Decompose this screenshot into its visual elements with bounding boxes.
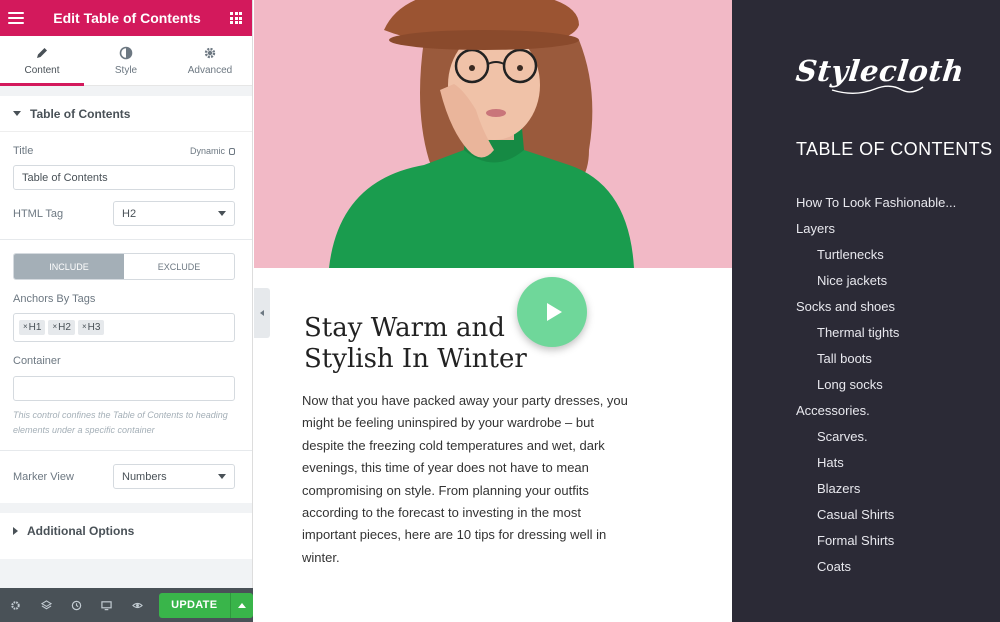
toc-item[interactable]: Coats xyxy=(796,554,956,580)
divider xyxy=(0,239,252,240)
toc-item[interactable]: Accessories. xyxy=(796,398,956,424)
remove-tag-icon[interactable]: × xyxy=(82,322,87,333)
section-spacer xyxy=(0,503,252,513)
section-title: Table of Contents xyxy=(30,106,131,121)
marker-view-select[interactable]: Numbers xyxy=(113,464,235,489)
panel-header: Edit Table of Contents xyxy=(0,0,252,36)
tag-h1[interactable]: × H1 xyxy=(19,320,46,335)
tag-h2[interactable]: × H2 xyxy=(48,320,75,335)
article-body: Now that you have packed away your party… xyxy=(302,393,628,565)
toc-item[interactable]: Thermal tights xyxy=(796,320,956,346)
gear-icon xyxy=(204,47,216,58)
tab-style-label: Style xyxy=(114,64,138,76)
toc-item[interactable]: Layers xyxy=(796,216,956,242)
history-icon[interactable] xyxy=(66,588,87,622)
toc-item[interactable]: Hats xyxy=(796,450,956,476)
section-additional-options[interactable]: Additional Options xyxy=(0,513,252,549)
divider xyxy=(0,450,252,451)
section-table-of-contents[interactable]: Table of Contents xyxy=(0,96,252,132)
toc-item[interactable]: Formal Shirts xyxy=(796,528,956,554)
chevron-down-icon xyxy=(218,211,226,216)
hero-image xyxy=(254,0,732,268)
toc-item[interactable]: Socks and shoes xyxy=(796,294,956,320)
anchors-label: Anchors By Tags xyxy=(13,293,96,305)
panel-footer: UPDATE xyxy=(0,588,253,622)
chevron-down-icon xyxy=(218,474,226,479)
toc-item[interactable]: Nice jackets xyxy=(796,268,956,294)
additional-options-label: Additional Options xyxy=(27,524,135,538)
toc-item[interactable]: How To Look Fashionable... xyxy=(796,190,956,216)
toc-sidebar: Stylecloth TABLE OF CONTENTS How To Look… xyxy=(732,0,1000,622)
caret-right-icon xyxy=(13,527,18,535)
controls: Title Dynamic Table of Contents HTML Tag… xyxy=(0,145,252,489)
toc-item[interactable]: Blazers xyxy=(796,476,956,502)
widgets-grid-icon[interactable] xyxy=(230,12,242,24)
toc-heading: TABLE OF CONTENTS xyxy=(796,139,993,159)
tab-style[interactable]: Style xyxy=(84,36,168,85)
logo-swash-icon xyxy=(831,85,924,94)
layers-icon[interactable] xyxy=(35,588,56,622)
include-button[interactable]: INCLUDE xyxy=(14,254,124,279)
container-label: Container xyxy=(13,355,61,367)
collapse-panel-button[interactable] xyxy=(254,288,270,338)
title-row: Title Dynamic xyxy=(13,145,235,157)
toc-list: How To Look Fashionable... Layers Turtlene… xyxy=(796,190,956,580)
marker-view-label: Marker View xyxy=(13,470,74,483)
container-input[interactable] xyxy=(13,376,235,401)
toc-item[interactable]: Turtlenecks xyxy=(796,242,956,268)
dynamic-label: Dynamic xyxy=(189,146,225,156)
include-exclude-switch: INCLUDE EXCLUDE xyxy=(13,253,235,280)
container-note: This control confines the Table of Conte… xyxy=(13,410,228,435)
half-circle-icon xyxy=(119,46,133,59)
tag-h3[interactable]: × H3 xyxy=(77,320,105,335)
exclude-button[interactable]: EXCLUDE xyxy=(124,254,234,279)
preview-eye-icon[interactable] xyxy=(126,588,147,622)
settings-icon[interactable] xyxy=(5,588,26,622)
title-label: Title xyxy=(13,145,34,157)
panel-empty-area xyxy=(0,559,252,588)
caret-down-icon xyxy=(13,111,21,116)
chevron-left-icon xyxy=(260,310,264,316)
responsive-icon[interactable] xyxy=(96,588,117,622)
toc-item[interactable]: Casual Shirts xyxy=(796,502,956,528)
portrait-illustration xyxy=(254,0,732,268)
update-options-button[interactable] xyxy=(229,592,253,618)
editor-panel: Edit Table of Contents Content Style Adv… xyxy=(0,0,253,622)
database-icon xyxy=(229,147,235,155)
remove-tag-icon[interactable]: × xyxy=(52,322,57,333)
page-preview: Stay Warm and Stylish In Winter Now that… xyxy=(254,0,732,622)
remove-tag-icon[interactable]: × xyxy=(23,322,28,333)
html-tag-row: HTML Tag H2 xyxy=(13,201,235,226)
tab-content[interactable]: Content xyxy=(0,36,84,86)
update-button[interactable]: UPDATE xyxy=(158,592,230,618)
toc-item[interactable]: Long socks xyxy=(796,372,956,398)
section-spacer xyxy=(0,86,252,96)
panel-tabs: Content Style Advanced xyxy=(0,36,252,86)
html-tag-select[interactable]: H2 xyxy=(113,201,235,226)
title-input[interactable]: Table of Contents xyxy=(13,165,235,190)
anchors-tags-input[interactable]: × H1 × H2 × H3 xyxy=(13,313,235,342)
tab-content-label: Content xyxy=(24,64,60,76)
panel-title: Edit Table of Contents xyxy=(53,10,201,26)
menu-icon[interactable] xyxy=(8,12,24,24)
html-tag-value: H2 xyxy=(122,207,137,220)
marker-view-row: Marker View Numbers xyxy=(13,464,235,489)
caret-up-icon xyxy=(237,602,246,608)
toc-item[interactable]: Tall boots xyxy=(796,346,956,372)
toc-item[interactable]: Scarves. xyxy=(796,424,956,450)
tab-advanced[interactable]: Advanced xyxy=(168,36,252,85)
tab-advanced-label: Advanced xyxy=(187,64,233,76)
dynamic-toggle[interactable]: Dynamic xyxy=(190,146,235,156)
html-tag-label: HTML Tag xyxy=(13,207,64,220)
pencil-icon xyxy=(37,47,47,58)
article-title: Stay Warm and Stylish In Winter xyxy=(304,313,527,374)
marker-view-value: Numbers xyxy=(122,470,167,483)
